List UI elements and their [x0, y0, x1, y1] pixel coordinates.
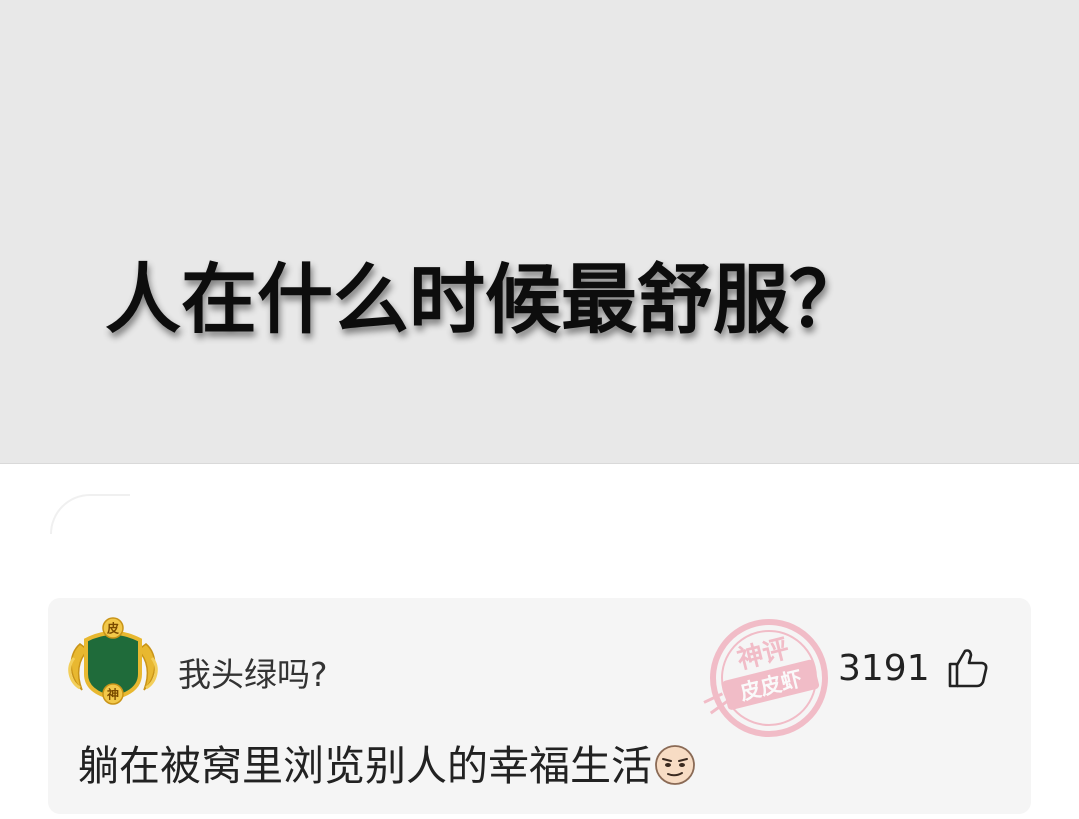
post-image-text: 人在什么时候最舒服？: [105, 255, 865, 344]
comment-body: 躺在被窝里浏览别人的幸福生活: [78, 732, 696, 792]
page: 人在什么时候最舒服？ 皮 神 我头绿吗? 神评 皮皮虾 3191 躺在被窝里浏览…: [0, 0, 1079, 819]
comment-username[interactable]: 我头绿吗?: [178, 648, 328, 696]
user-avatar[interactable]: 皮 神: [66, 614, 160, 706]
stamp-watermark: 神评 皮皮虾: [703, 619, 828, 737]
decorative-arc: [50, 494, 130, 534]
thumbs-up-icon[interactable]: [946, 646, 990, 690]
top-comment-card[interactable]: 皮 神 我头绿吗? 神评 皮皮虾 3191 躺在被窝里浏览别人的幸福生活: [48, 598, 1031, 814]
comment-body-text: 躺在被窝里浏览别人的幸福生活: [78, 742, 652, 790]
avatar-badge-bottom-text: 神: [107, 687, 119, 702]
smirk-face-icon: [655, 745, 695, 785]
avatar-badge-top-text: 皮: [106, 621, 119, 636]
like-count: 3191: [838, 648, 930, 689]
post-image[interactable]: 人在什么时候最舒服？: [0, 0, 1079, 464]
